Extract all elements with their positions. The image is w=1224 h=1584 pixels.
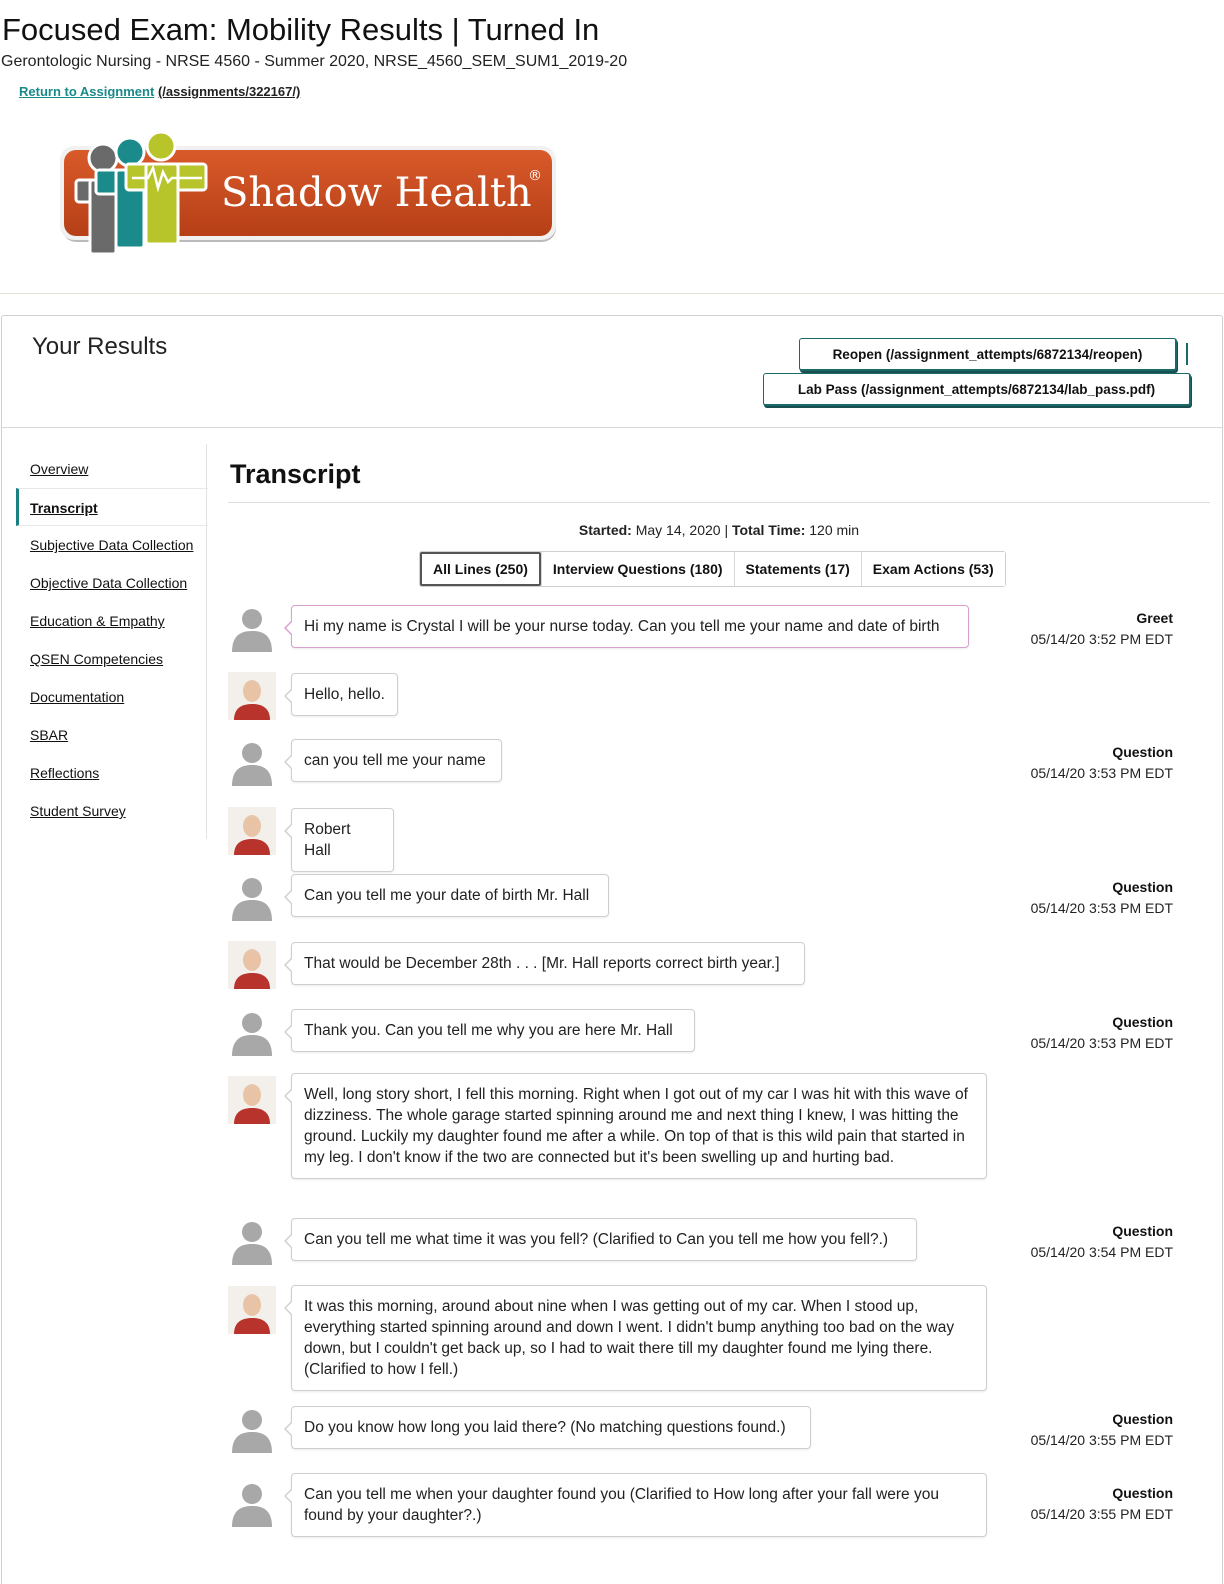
- message-text: can you tell me your name: [284, 739, 502, 782]
- student-avatar-icon: [232, 1484, 272, 1527]
- shadow-health-logo: Shadow Health ®: [60, 130, 556, 256]
- student-avatar-icon: [232, 1222, 272, 1265]
- header-divider: [0, 293, 1224, 294]
- lab-pass-button[interactable]: Lab Pass (/assignment_attempts/6872134/l…: [763, 373, 1191, 406]
- return-to-assignment-url: (/assignments/322167/): [157, 84, 301, 99]
- transcript-title: Transcript: [230, 459, 361, 489]
- message-type: Question: [1112, 1411, 1173, 1427]
- tab-statements[interactable]: Statements (17): [733, 552, 861, 586]
- sidebar-item-documentation[interactable]: Documentation: [16, 678, 208, 716]
- logo-text: Shadow Health: [221, 170, 532, 216]
- message-text: Hello, hello.: [284, 673, 398, 716]
- message-text: Thank you. Can you tell me why you are h…: [284, 1009, 695, 1052]
- message-type: Question: [1112, 1014, 1173, 1030]
- student-avatar-icon: [232, 1013, 272, 1056]
- message-meta: Question 05/14/20 3:54 PM EDT: [1008, 1221, 1173, 1263]
- transcript-divider: [228, 502, 1210, 503]
- message-text: That would be December 28th . . . [Mr. H…: [284, 942, 805, 985]
- results-sidebar: Overview Transcript Subjective Data Coll…: [16, 450, 208, 830]
- student-avatar-icon: [232, 609, 272, 652]
- sidebar-item-objective-data-collection[interactable]: Objective Data Collection: [16, 564, 208, 602]
- patient-avatar-icon: [228, 807, 276, 855]
- message-time: 05/14/20 3:55 PM EDT: [1030, 1432, 1173, 1448]
- reopen-side-mark: [1186, 343, 1188, 365]
- patient-avatar-icon: [228, 941, 276, 989]
- message-meta: Greet 05/14/20 3:52 PM EDT: [1008, 608, 1173, 650]
- sidebar-item-subjective-data-collection[interactable]: Subjective Data Collection: [16, 526, 208, 564]
- message-type: Question: [1112, 744, 1173, 760]
- message-meta: Question 05/14/20 3:53 PM EDT: [1008, 877, 1173, 919]
- message-type: Question: [1112, 1223, 1173, 1239]
- transcript-summary: Started: May 14, 2020 | Total Time: 120 …: [228, 522, 1210, 538]
- student-avatar-icon: [232, 743, 272, 786]
- reopen-button[interactable]: Reopen (/assignment_attempts/6872134/reo…: [799, 338, 1177, 371]
- student-avatar-icon: [232, 878, 272, 921]
- summary-separator: |: [724, 522, 729, 538]
- sidebar-item-student-survey[interactable]: Student Survey: [16, 792, 208, 830]
- message-time: 05/14/20 3:54 PM EDT: [1030, 1244, 1173, 1260]
- message-meta: Question 05/14/20 3:53 PM EDT: [1008, 742, 1173, 784]
- sidebar-item-reflections[interactable]: Reflections: [16, 754, 208, 792]
- page-title: Focused Exam: Mobility Results | Turned …: [2, 12, 600, 47]
- total-time-label: Total Time:: [731, 522, 806, 538]
- tab-interview-questions[interactable]: Interview Questions (180): [540, 552, 734, 586]
- tab-exam-actions[interactable]: Exam Actions (53): [860, 552, 1005, 586]
- results-header-divider: [1, 427, 1223, 428]
- started-value: May 14, 2020: [635, 522, 721, 538]
- message-time: 05/14/20 3:52 PM EDT: [1030, 631, 1173, 647]
- transcript-filter-tabs: All Lines (250) Interview Questions (180…: [419, 551, 1006, 587]
- patient-avatar-icon: [228, 672, 276, 720]
- sidebar-item-sbar[interactable]: SBAR: [16, 716, 208, 754]
- results-title: Your Results: [32, 333, 168, 360]
- return-to-assignment-link[interactable]: Return to Assignment: [19, 84, 154, 99]
- message-time: 05/14/20 3:53 PM EDT: [1030, 765, 1173, 781]
- patient-avatar-icon: [228, 1286, 276, 1334]
- message-meta: Question 05/14/20 3:55 PM EDT: [1008, 1409, 1173, 1451]
- course-name: Gerontologic Nursing - NRSE 4560 - Summe…: [1, 53, 628, 70]
- message-text: Can you tell me what time it was you fel…: [284, 1218, 917, 1261]
- sidebar-item-qsen-competencies[interactable]: QSEN Competencies: [16, 640, 208, 678]
- registered-mark: ®: [528, 168, 542, 184]
- sidebar-item-overview[interactable]: Overview: [16, 450, 208, 488]
- patient-avatar-icon: [228, 1076, 276, 1124]
- message-type: Question: [1112, 1485, 1173, 1501]
- message-text: Can you tell me when your daughter found…: [284, 1473, 987, 1537]
- message-text: It was this morning, around about nine w…: [284, 1285, 987, 1391]
- message-type: Greet: [1136, 610, 1173, 626]
- message-time: 05/14/20 3:53 PM EDT: [1030, 900, 1173, 916]
- return-to-assignment: Return to Assignment (/assignments/32216…: [19, 84, 300, 99]
- student-avatar-icon: [232, 1410, 272, 1453]
- tab-all-lines[interactable]: All Lines (250): [420, 552, 541, 586]
- message-time: 05/14/20 3:53 PM EDT: [1030, 1035, 1173, 1051]
- sidebar-item-education-empathy[interactable]: Education & Empathy: [16, 602, 208, 640]
- message-text: Hi my name is Crystal I will be your nur…: [284, 605, 969, 648]
- message-meta: Question 05/14/20 3:55 PM EDT: [1008, 1483, 1173, 1525]
- message-meta: Question 05/14/20 3:53 PM EDT: [1008, 1012, 1173, 1054]
- message-type: Question: [1112, 879, 1173, 895]
- sidebar-item-transcript[interactable]: Transcript: [16, 488, 208, 526]
- message-text: Do you know how long you laid there? (No…: [284, 1406, 811, 1449]
- started-label: Started:: [578, 522, 632, 538]
- message-text: Robert Hall: [284, 808, 394, 872]
- message-text: Well, long story short, I fell this morn…: [284, 1073, 987, 1179]
- message-time: 05/14/20 3:55 PM EDT: [1030, 1506, 1173, 1522]
- total-time-value: 120 min: [809, 522, 860, 538]
- message-text: Can you tell me your date of birth Mr. H…: [284, 874, 609, 917]
